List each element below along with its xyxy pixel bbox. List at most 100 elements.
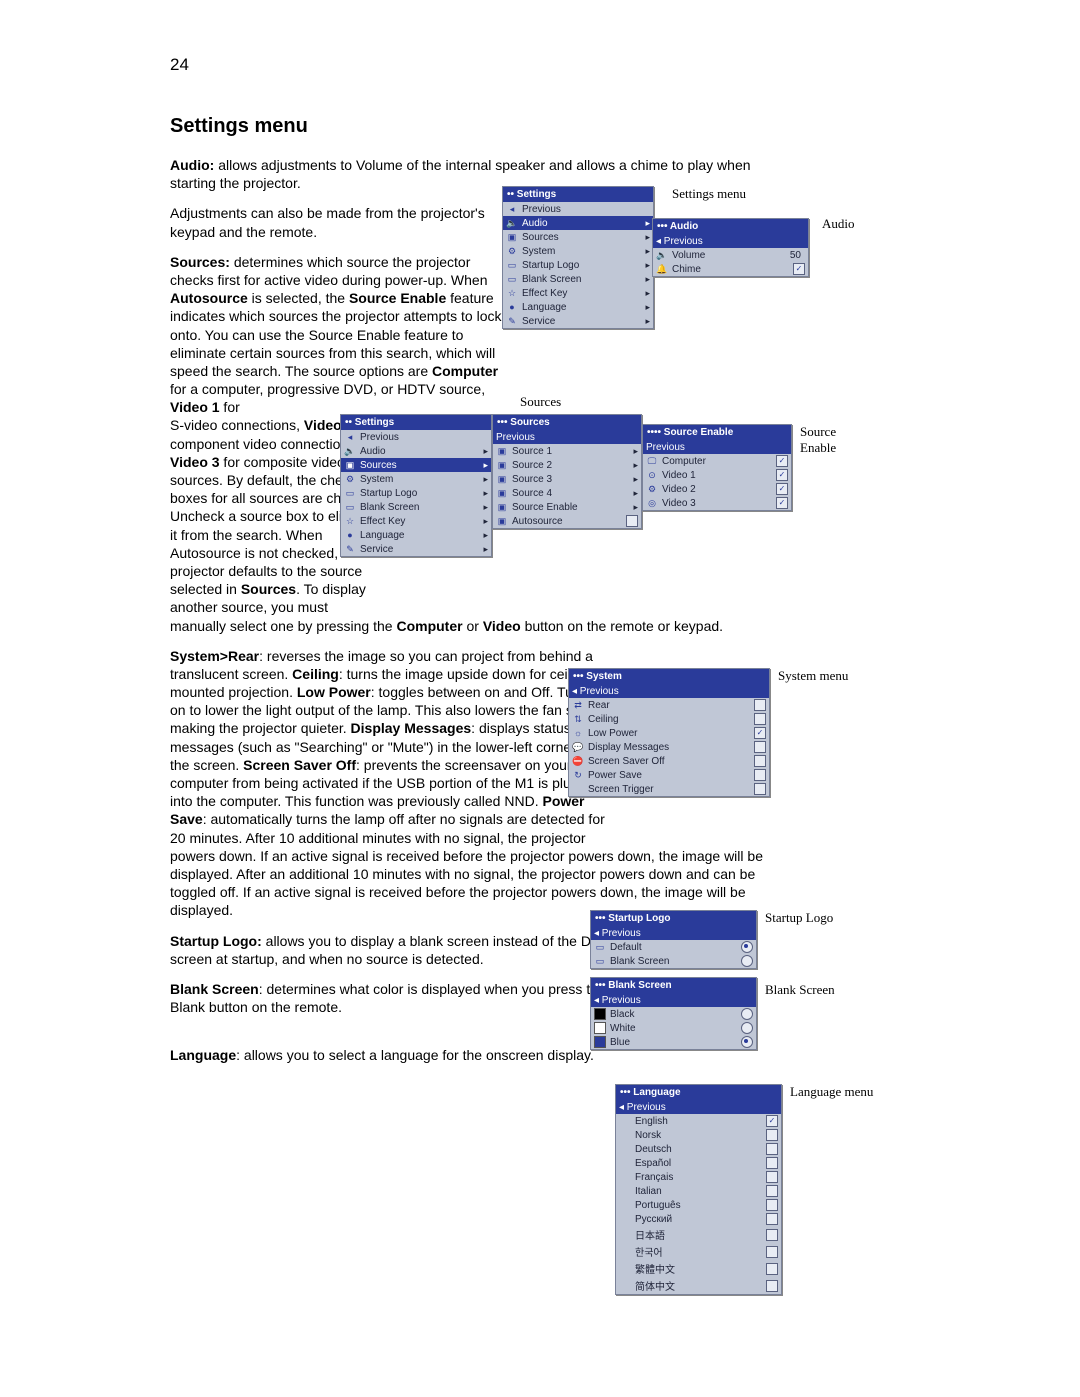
checkbox-icon[interactable] xyxy=(754,713,766,725)
menu-system-previous[interactable]: ◂ Previous xyxy=(569,684,769,698)
language-item[interactable]: Norsk xyxy=(616,1128,781,1142)
menu-item-label: Source 1 xyxy=(512,446,629,457)
menu-language-previous[interactable]: ◂ Previous xyxy=(616,1100,781,1114)
language-item[interactable]: English ✓ xyxy=(616,1114,781,1128)
radio-icon[interactable] xyxy=(741,1008,753,1020)
language-item[interactable]: Español xyxy=(616,1156,781,1170)
settings-item-audio[interactable]: 🔈 Audio ▸ xyxy=(503,216,653,230)
system-item-ceiling[interactable]: ⇅ Ceiling xyxy=(569,712,769,726)
paragraph-sources-bottom: manually select one by pressing the Comp… xyxy=(170,617,820,635)
checkbox-icon[interactable] xyxy=(766,1229,778,1241)
system-item-rear[interactable]: ⇄ Rear xyxy=(569,698,769,712)
checkbox-icon[interactable] xyxy=(754,755,766,767)
checkbox-icon[interactable]: ✓ xyxy=(793,263,805,275)
menu-audio-previous[interactable]: ◂ Previous xyxy=(653,234,808,248)
menu-item-label: Français xyxy=(635,1172,762,1183)
language-item[interactable]: Português xyxy=(616,1198,781,1212)
system-item-power-save[interactable]: ↻ Power Save xyxy=(569,768,769,782)
radio-icon[interactable] xyxy=(741,1036,753,1048)
language-item[interactable]: Italian xyxy=(616,1184,781,1198)
checkbox-icon[interactable]: ✓ xyxy=(776,497,788,509)
settings-item-startup-logo[interactable]: ▭ Startup Logo ▸ xyxy=(341,486,491,500)
enable-item-video-3[interactable]: ◎ Video 3 ✓ xyxy=(643,496,791,510)
settings-item-service[interactable]: ✎ Service ▸ xyxy=(341,542,491,556)
language-item[interactable]: Deutsch xyxy=(616,1142,781,1156)
checkbox-icon[interactable]: ✓ xyxy=(776,469,788,481)
checkbox-icon[interactable] xyxy=(754,741,766,753)
menu-item-icon xyxy=(619,1115,631,1127)
settings-item-service[interactable]: ✎ Service ▸ xyxy=(503,314,653,328)
audio-item-volume[interactable]: 🔈 Volume50 xyxy=(653,248,808,262)
language-item[interactable]: 繁體中文 xyxy=(616,1260,781,1277)
settings-item-system[interactable]: ⚙ System ▸ xyxy=(503,244,653,258)
system-item-screen-saver-off[interactable]: ⛔ Screen Saver Off xyxy=(569,754,769,768)
menu-blank-previous[interactable]: ◂ Previous xyxy=(591,993,756,1007)
audio-item-chime[interactable]: 🔔 Chime✓ xyxy=(653,262,808,276)
settings-item-system[interactable]: ⚙ System ▸ xyxy=(341,472,491,486)
sources-item-autosource[interactable]: ▣ Autosource xyxy=(493,514,641,528)
settings-item-audio[interactable]: 🔈 Audio ▸ xyxy=(341,444,491,458)
checkbox-icon[interactable] xyxy=(766,1199,778,1211)
settings-item-sources[interactable]: ▣ Sources ▸ xyxy=(503,230,653,244)
settings-item-previous[interactable]: ◂ Previous xyxy=(503,202,653,216)
checkbox-icon[interactable] xyxy=(766,1185,778,1197)
radio-icon[interactable] xyxy=(741,941,753,953)
checkbox-icon[interactable] xyxy=(766,1157,778,1169)
settings-item-language[interactable]: ● Language ▸ xyxy=(341,528,491,542)
enable-item-computer[interactable]: 🖵 Computer ✓ xyxy=(643,454,791,468)
settings-item-effect-key[interactable]: ☆ Effect Key ▸ xyxy=(341,514,491,528)
settings-item-blank-screen[interactable]: ▭ Blank Screen ▸ xyxy=(503,272,653,286)
menu-item-label: Service xyxy=(522,316,641,327)
blank-item-black[interactable]: Black xyxy=(591,1007,756,1021)
checkbox-icon[interactable]: ✓ xyxy=(766,1115,778,1127)
menu-item-label: Source 3 xyxy=(512,474,629,485)
language-item[interactable]: Français xyxy=(616,1170,781,1184)
settings-item-sources[interactable]: ▣ Sources ▸ xyxy=(341,458,491,472)
sources-item-source-enable[interactable]: ▣ Source Enable▸ xyxy=(493,500,641,514)
system-item-low-power[interactable]: ☼ Low Power ✓ xyxy=(569,726,769,740)
enable-item-video-2[interactable]: ⚙ Video 2 ✓ xyxy=(643,482,791,496)
checkbox-icon[interactable]: ✓ xyxy=(776,455,788,467)
system-item-display-messages[interactable]: 💬 Display Messages xyxy=(569,740,769,754)
checkbox-icon[interactable] xyxy=(766,1213,778,1225)
menu-sources-previous[interactable]: Previous xyxy=(493,430,641,444)
checkbox-icon[interactable] xyxy=(754,783,766,795)
checkbox-icon[interactable] xyxy=(754,699,766,711)
settings-item-previous[interactable]: ◂ Previous xyxy=(341,430,491,444)
settings-item-startup-logo[interactable]: ▭ Startup Logo ▸ xyxy=(503,258,653,272)
radio-icon[interactable] xyxy=(741,955,753,967)
checkbox-icon[interactable]: ✓ xyxy=(776,483,788,495)
blank-item-white[interactable]: White xyxy=(591,1021,756,1035)
language-item[interactable]: 日本語 xyxy=(616,1226,781,1243)
checkbox-icon[interactable] xyxy=(766,1263,778,1275)
checkbox-icon[interactable] xyxy=(766,1171,778,1183)
checkbox-icon[interactable]: ✓ xyxy=(754,727,766,739)
startup-item-default[interactable]: ▭ Default xyxy=(591,940,756,954)
submenu-arrow-icon: ▸ xyxy=(483,474,488,485)
language-item[interactable]: 简体中文 xyxy=(616,1277,781,1294)
enable-item-video-1[interactable]: ⊙ Video 1 ✓ xyxy=(643,468,791,482)
settings-item-effect-key[interactable]: ☆ Effect Key ▸ xyxy=(503,286,653,300)
checkbox-icon[interactable] xyxy=(766,1129,778,1141)
checkbox-icon[interactable] xyxy=(766,1246,778,1258)
sources-item-source-2[interactable]: ▣ Source 2▸ xyxy=(493,458,641,472)
sources-item-source-3[interactable]: ▣ Source 3▸ xyxy=(493,472,641,486)
menu-blank-screen: ••• Blank Screen ◂ Previous Black White … xyxy=(590,977,757,1050)
system-item-screen-trigger[interactable]: Screen Trigger xyxy=(569,782,769,796)
checkbox-icon[interactable] xyxy=(766,1280,778,1292)
blank-item-blue[interactable]: Blue xyxy=(591,1035,756,1049)
settings-item-language[interactable]: ● Language ▸ xyxy=(503,300,653,314)
language-item[interactable]: Русский xyxy=(616,1212,781,1226)
menu-source-enable: •••• Source Enable Previous 🖵 Computer ✓… xyxy=(642,424,792,511)
startup-item-blank-screen[interactable]: ▭ Blank Screen xyxy=(591,954,756,968)
menu-source-enable-previous[interactable]: Previous xyxy=(643,440,791,454)
sources-item-source-4[interactable]: ▣ Source 4▸ xyxy=(493,486,641,500)
settings-item-blank-screen[interactable]: ▭ Blank Screen ▸ xyxy=(341,500,491,514)
checkbox-icon[interactable] xyxy=(626,515,638,527)
language-item[interactable]: 한국어 xyxy=(616,1243,781,1260)
menu-startup-previous[interactable]: ◂ Previous xyxy=(591,926,756,940)
checkbox-icon[interactable] xyxy=(754,769,766,781)
radio-icon[interactable] xyxy=(741,1022,753,1034)
checkbox-icon[interactable] xyxy=(766,1143,778,1155)
sources-item-source-1[interactable]: ▣ Source 1▸ xyxy=(493,444,641,458)
